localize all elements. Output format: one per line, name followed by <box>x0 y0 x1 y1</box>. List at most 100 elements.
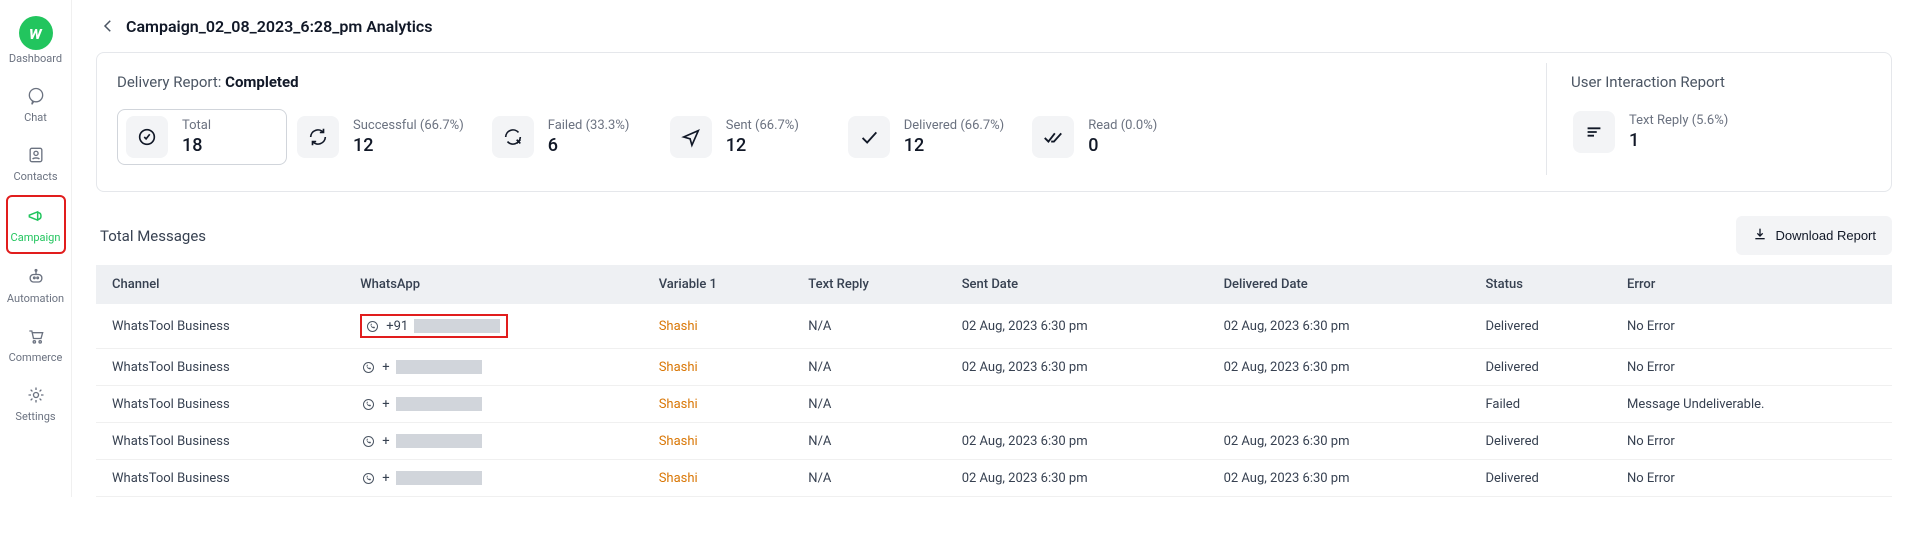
phone-redacted <box>414 319 500 333</box>
delivery-report-section: Delivery Report: Completed Total 18 <box>117 73 1522 165</box>
sidebar-item-automation[interactable]: Automation <box>6 258 66 313</box>
cell-variable1[interactable]: Shashi <box>643 349 793 386</box>
table-row[interactable]: WhatsTool Business +91ShashiN/A02 Aug, 2… <box>96 304 1892 349</box>
messages-heading: Total Messages <box>100 227 206 245</box>
stat-total-label: Total <box>182 118 211 133</box>
sidebar-item-contacts[interactable]: Contacts <box>6 136 66 191</box>
col-status: Status <box>1469 265 1611 304</box>
cell-channel: WhatsTool Business <box>96 460 344 497</box>
whatsapp-icon <box>364 318 380 334</box>
stat-delivered-pct: (66.7%) <box>960 118 1004 133</box>
cell-whatsapp: +91 <box>344 304 642 349</box>
sidebar-item-label: Settings <box>15 410 55 423</box>
stat-sent[interactable]: Sent (66.7%) 12 <box>668 109 838 165</box>
stat-delivered-value: 12 <box>904 135 1004 156</box>
cell-status: Failed <box>1469 386 1611 423</box>
table-row[interactable]: WhatsTool Business +ShashiN/A02 Aug, 202… <box>96 349 1892 386</box>
cell-delivered: 02 Aug, 2023 6:30 pm <box>1208 304 1470 349</box>
back-arrow-icon[interactable] <box>96 14 120 38</box>
check-icon <box>848 116 890 158</box>
download-report-button[interactable]: Download Report <box>1736 216 1892 255</box>
sidebar-item-label: Contacts <box>13 170 57 183</box>
phone-redacted <box>396 397 482 411</box>
app-logo-icon: w <box>19 16 53 50</box>
phone-redacted <box>396 471 482 485</box>
cell-variable1[interactable]: Shashi <box>643 386 793 423</box>
whatsapp-icon <box>360 470 376 486</box>
cell-text-reply: N/A <box>792 304 945 349</box>
contacts-icon <box>25 144 47 166</box>
cell-error: No Error <box>1611 423 1892 460</box>
sidebar-item-label: Commerce <box>9 351 63 364</box>
main-content: Campaign_02_08_2023_6:28_pm Analytics De… <box>72 0 1916 497</box>
sidebar: w Dashboard Chat Contacts Campaign Aut <box>0 0 72 497</box>
stat-successful[interactable]: Successful (66.7%) 12 <box>295 109 482 165</box>
phone-prefix: +91 <box>386 319 408 334</box>
sidebar-item-settings[interactable]: Settings <box>6 376 66 431</box>
cell-variable1[interactable]: Shashi <box>643 460 793 497</box>
total-icon <box>126 116 168 158</box>
cell-channel: WhatsTool Business <box>96 349 344 386</box>
sidebar-item-label: Chat <box>24 111 47 124</box>
cell-variable1[interactable]: Shashi <box>643 304 793 349</box>
table-row[interactable]: WhatsTool Business +ShashiN/A02 Aug, 202… <box>96 423 1892 460</box>
cell-sent <box>946 386 1208 423</box>
sidebar-item-label: Campaign <box>11 231 61 244</box>
stat-sent-value: 12 <box>726 135 799 156</box>
cell-text-reply: N/A <box>792 423 945 460</box>
phone-prefix: + <box>382 360 389 375</box>
sidebar-item-label: Automation <box>7 292 64 305</box>
chat-icon <box>25 85 47 107</box>
col-variable1: Variable 1 <box>643 265 793 304</box>
user-interaction-section: User Interaction Report Text Reply (5.6%… <box>1571 73 1871 165</box>
download-report-label: Download Report <box>1776 228 1876 243</box>
cell-sent: 02 Aug, 2023 6:30 pm <box>946 423 1208 460</box>
col-whatsapp: WhatsApp <box>344 265 642 304</box>
cell-whatsapp: + <box>344 460 642 497</box>
uir-heading: User Interaction Report <box>1571 73 1871 91</box>
cell-status: Delivered <box>1469 304 1611 349</box>
cell-channel: WhatsTool Business <box>96 386 344 423</box>
sidebar-item-commerce[interactable]: Commerce <box>6 317 66 372</box>
stat-failed-value: 6 <box>548 135 630 156</box>
stat-successful-pct: (66.7%) <box>420 118 464 133</box>
stat-failed[interactable]: Failed (33.3%) 6 <box>490 109 660 165</box>
phone-prefix: + <box>382 471 389 486</box>
sidebar-item-chat[interactable]: Chat <box>6 77 66 132</box>
cell-delivered: 02 Aug, 2023 6:30 pm <box>1208 423 1470 460</box>
col-text-reply: Text Reply <box>792 265 945 304</box>
cell-status: Delivered <box>1469 423 1611 460</box>
cell-error: No Error <box>1611 304 1892 349</box>
cell-whatsapp: + <box>344 349 642 386</box>
cell-delivered <box>1208 386 1470 423</box>
stat-text-reply[interactable]: Text Reply (5.6%) 1 <box>1571 109 1746 155</box>
sidebar-item-campaign[interactable]: Campaign <box>6 195 66 254</box>
cell-variable1[interactable]: Shashi <box>643 423 793 460</box>
messages-table: Channel WhatsApp Variable 1 Text Reply S… <box>96 265 1892 497</box>
text-lines-icon <box>1573 111 1615 153</box>
phone-prefix: + <box>382 434 389 449</box>
table-row[interactable]: WhatsTool Business +ShashiN/AFailedMessa… <box>96 386 1892 423</box>
stat-sent-label: Sent <box>726 118 752 133</box>
download-icon <box>1752 226 1768 245</box>
cell-error: No Error <box>1611 460 1892 497</box>
delivery-heading-prefix: Delivery Report: <box>117 73 225 91</box>
stat-total[interactable]: Total 18 <box>117 109 287 165</box>
table-row[interactable]: WhatsTool Business +ShashiN/A02 Aug, 202… <box>96 460 1892 497</box>
col-sent-date: Sent Date <box>946 265 1208 304</box>
phone-prefix: + <box>382 397 389 412</box>
stat-sent-pct: (66.7%) <box>755 118 799 133</box>
stat-read[interactable]: Read (0.0%) 0 <box>1030 109 1200 165</box>
delivery-report-heading: Delivery Report: Completed <box>117 73 1522 91</box>
phone-redacted <box>396 360 482 374</box>
cell-delivered: 02 Aug, 2023 6:30 pm <box>1208 460 1470 497</box>
sidebar-item-dashboard[interactable]: w Dashboard <box>6 8 66 73</box>
stat-textreply-pct: (5.6%) <box>1692 113 1729 128</box>
cell-error: No Error <box>1611 349 1892 386</box>
whatsapp-icon <box>360 433 376 449</box>
page-title: Campaign_02_08_2023_6:28_pm Analytics <box>126 17 432 36</box>
robot-icon <box>25 266 47 288</box>
stat-delivered[interactable]: Delivered (66.7%) 12 <box>846 109 1022 165</box>
cell-whatsapp: + <box>344 423 642 460</box>
stat-textreply-label: Text Reply <box>1629 113 1688 128</box>
